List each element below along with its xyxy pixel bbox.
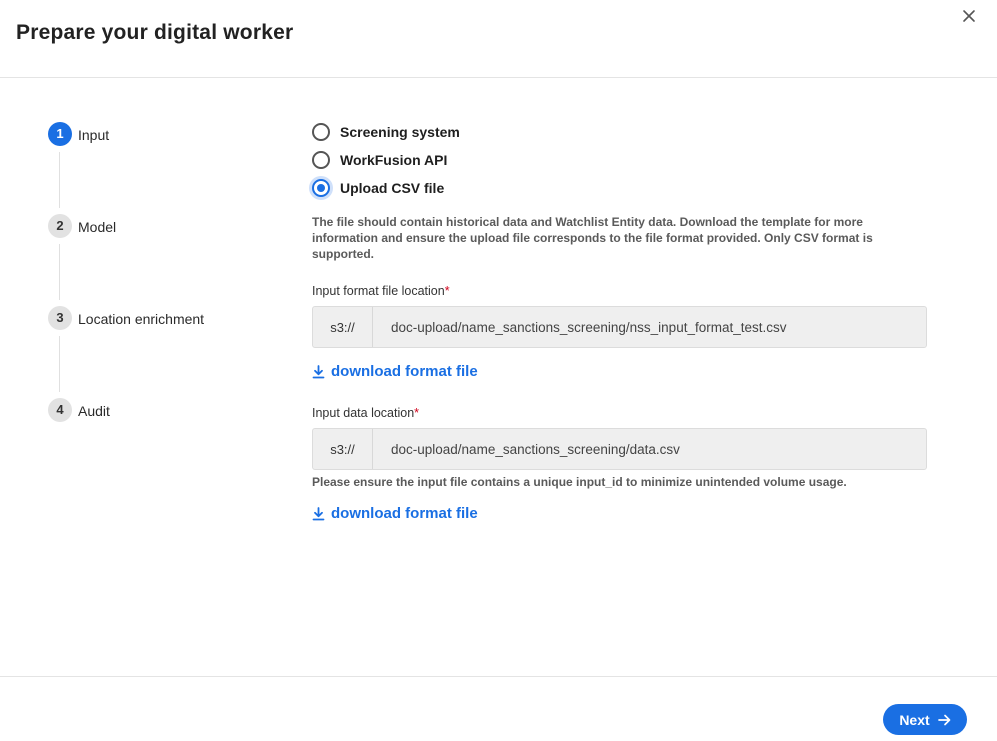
step-label: Input xyxy=(78,127,110,143)
download-icon xyxy=(312,364,325,378)
download-format-file-link[interactable]: download format file xyxy=(312,363,478,380)
data-file-note: Please ensure the input file contains a … xyxy=(312,475,847,489)
close-button[interactable] xyxy=(958,5,980,27)
radio-label: WorkFusion API xyxy=(340,152,448,168)
step-connector xyxy=(59,152,60,208)
next-button[interactable]: Next xyxy=(883,704,967,735)
format-file-input[interactable]: s3:// doc-upload/name_sanctions_screenin… xyxy=(312,306,927,348)
step-connector xyxy=(59,336,60,392)
required-mark: * xyxy=(414,406,420,420)
step-number: 2 xyxy=(48,214,72,238)
data-file-path[interactable]: doc-upload/name_sanctions_screening/data… xyxy=(373,429,926,469)
data-file-label: Input data location* xyxy=(312,406,419,420)
step-connector xyxy=(59,244,60,300)
dialog-header: Prepare your digital worker xyxy=(0,0,997,78)
step-number: 4 xyxy=(48,398,72,422)
step-input[interactable]: 1 Input xyxy=(48,122,268,148)
step-model[interactable]: 2 Model xyxy=(48,214,268,240)
format-file-path[interactable]: doc-upload/name_sanctions_screening/nss_… xyxy=(373,307,926,347)
radio-circle[interactable] xyxy=(312,179,330,197)
field-label-text: Input format file location xyxy=(312,284,445,298)
radio-screening-system[interactable]: Screening system xyxy=(312,121,460,143)
radio-label: Upload CSV file xyxy=(340,180,445,196)
upload-description: The file should contain historical data … xyxy=(312,215,873,261)
data-file-input[interactable]: s3:// doc-upload/name_sanctions_screenin… xyxy=(312,428,927,470)
step-location-enrichment[interactable]: 3 Location enrichment xyxy=(48,306,268,332)
required-mark: * xyxy=(444,284,450,298)
step-number: 3 xyxy=(48,306,72,330)
format-file-label: Input format file location* xyxy=(312,284,450,298)
s3-prefix: s3:// xyxy=(313,307,373,347)
field-label-text: Input data location xyxy=(312,406,415,420)
footer-divider xyxy=(0,676,997,677)
arrow-right-icon xyxy=(937,714,951,726)
download-label: download format file xyxy=(331,363,478,380)
s3-prefix: s3:// xyxy=(313,429,373,469)
step-label: Audit xyxy=(78,403,110,419)
download-format-file-link[interactable]: download format file xyxy=(312,505,478,522)
next-label: Next xyxy=(899,711,930,728)
close-icon xyxy=(963,10,975,22)
step-label: Location enrichment xyxy=(78,311,205,327)
radio-circle[interactable] xyxy=(312,151,330,169)
page-title: Prepare your digital worker xyxy=(16,21,294,44)
step-number: 1 xyxy=(48,122,72,146)
radio-circle[interactable] xyxy=(312,123,330,141)
step-label: Model xyxy=(78,219,117,235)
radio-upload-csv-file[interactable]: Upload CSV file xyxy=(312,177,444,199)
radio-workfusion-api[interactable]: WorkFusion API xyxy=(312,149,447,171)
download-icon xyxy=(312,506,325,520)
step-audit[interactable]: 4 Audit xyxy=(48,398,268,424)
download-label: download format file xyxy=(331,505,478,522)
radio-label: Screening system xyxy=(340,124,460,140)
